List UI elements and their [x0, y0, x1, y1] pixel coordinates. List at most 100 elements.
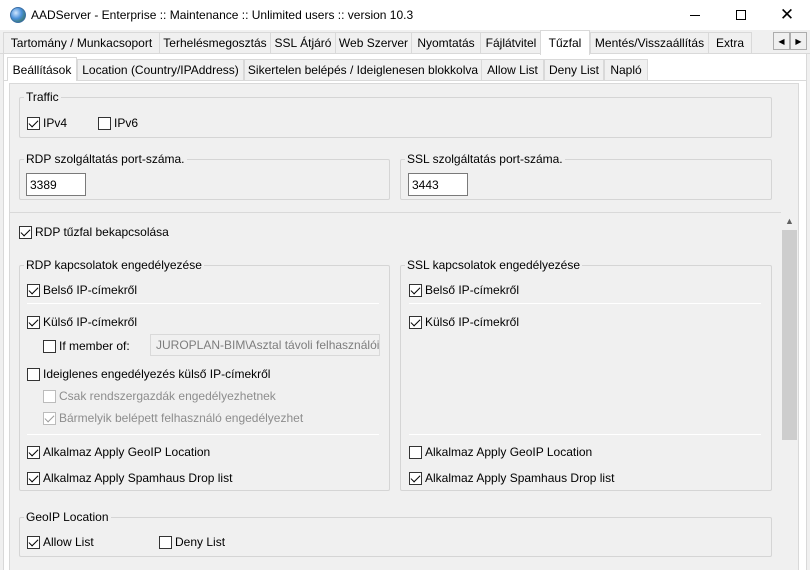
subtab-log[interactable]: Napló	[604, 59, 648, 80]
ssl-geoip-check-box[interactable]	[409, 445, 422, 459]
ipv4-checkbox[interactable]: IPv4	[27, 116, 67, 130]
tab-ssl-gateway[interactable]: SSL Átjáró	[270, 32, 336, 53]
any-user-checkbox: Bármelyik belépett felhasználó engedélye…	[43, 411, 303, 425]
rdp-geoip-label: Alkalmaz Apply GeoIP Location	[43, 445, 211, 459]
vertical-scrollbar[interactable]: ▲	[781, 212, 798, 570]
close-icon: ✕	[779, 4, 795, 25]
rdp-port-input[interactable]	[26, 173, 86, 196]
tab-file-transfer[interactable]: Fájlátvitel	[480, 32, 542, 53]
app-globe-icon	[10, 7, 26, 23]
any-user-label: Bármelyik belépett felhasználó engedélye…	[59, 411, 304, 425]
geoip-allow-check-box[interactable]	[27, 535, 40, 549]
arrow-left-icon: ◀	[778, 36, 785, 46]
rdp-firewall-label: RDP tűzfal bekapcsolása	[35, 225, 169, 239]
rdp-spamhaus-check-box[interactable]	[27, 471, 40, 485]
traffic-group-title: Traffic	[24, 90, 61, 104]
rdp-external-checkbox[interactable]: Külső IP-címekről	[27, 315, 137, 329]
rdp-geoip-check-box[interactable]	[27, 445, 40, 459]
temporary-allow-label: Ideiglenes engedélyezés külső IP-címekrő…	[43, 367, 271, 381]
ssl-separator-1	[409, 303, 761, 304]
geoip-allow-label: Allow List	[43, 535, 94, 549]
maximize-icon	[736, 10, 746, 20]
tab-web-server[interactable]: Web Szerver	[335, 32, 412, 53]
tab-printing[interactable]: Nyomtatás	[411, 32, 481, 53]
admins-only-checkbox: Csak rendszergazdák engedélyezhetnek	[43, 389, 276, 403]
ssl-internal-check-box[interactable]	[409, 283, 422, 297]
ssl-separator-2	[409, 434, 761, 435]
rdp-internal-checkbox[interactable]: Belső IP-címekről	[27, 283, 137, 297]
rdp-geoip-checkbox[interactable]: Alkalmaz Apply GeoIP Location	[27, 445, 210, 459]
ssl-port-title: SSL szolgáltatás port-száma.	[405, 152, 565, 166]
rdp-firewall-check-box[interactable]	[19, 225, 32, 239]
minimize-icon	[690, 14, 700, 16]
rdp-spamhaus-label: Alkalmaz Apply Spamhaus Drop list	[43, 471, 233, 485]
subtab-settings[interactable]: Beállítások	[7, 57, 77, 81]
geoip-deny-checkbox[interactable]: Deny List	[159, 535, 225, 549]
if-member-check-box[interactable]	[43, 339, 56, 353]
subtab-location[interactable]: Location (Country/IPAddress)	[77, 59, 244, 80]
chevron-up-icon: ▲	[785, 215, 794, 226]
temporary-allow-checkbox[interactable]: Ideiglenes engedélyezés külső IP-címekrő…	[27, 367, 270, 381]
ssl-spamhaus-checkbox[interactable]: Alkalmaz Apply Spamhaus Drop list	[409, 471, 614, 485]
minimize-button[interactable]	[672, 0, 718, 30]
ssl-internal-checkbox[interactable]: Belső IP-címekről	[409, 283, 519, 297]
sub-tab-divider	[3, 80, 807, 81]
tab-domain-workgroup[interactable]: Tartomány / Munkacsoport	[3, 32, 160, 53]
admins-only-label: Csak rendszergazdák engedélyezhetnek	[59, 389, 276, 403]
subtab-allow-list[interactable]: Allow List	[481, 59, 544, 80]
ipv6-label: IPv6	[114, 116, 139, 130]
any-user-check-box	[43, 411, 56, 425]
rdp-spamhaus-checkbox[interactable]: Alkalmaz Apply Spamhaus Drop list	[27, 471, 232, 485]
ssl-port-input[interactable]	[408, 173, 468, 196]
rdp-internal-check-box[interactable]	[27, 283, 40, 297]
geoip-allow-checkbox[interactable]: Allow List	[27, 535, 94, 549]
rdp-internal-label: Belső IP-címekről	[43, 283, 138, 297]
sub-tab-strip: Beállítások Location (Country/IPAddress)…	[0, 57, 810, 81]
ssl-internal-label: Belső IP-címekről	[425, 283, 520, 297]
ssl-spamhaus-label: Alkalmaz Apply Spamhaus Drop list	[425, 471, 615, 485]
subtab-failed-logins[interactable]: Sikertelen belépés / Ideiglenesen blokko…	[244, 59, 482, 80]
ipv6-checkbox[interactable]: IPv6	[98, 116, 138, 130]
if-member-checkbox[interactable]: If member of:	[43, 339, 130, 353]
close-button[interactable]: ✕	[764, 0, 810, 30]
ipv4-label: IPv4	[43, 116, 68, 130]
tab-scroll-right-button[interactable]: ▶	[790, 32, 807, 50]
ssl-external-checkbox[interactable]: Külső IP-címekről	[409, 315, 519, 329]
member-group-field: JUROPLAN-BIM\Asztal távoli felhasználói	[150, 334, 380, 356]
ssl-geoip-label: Alkalmaz Apply GeoIP Location	[425, 445, 593, 459]
tab-scroll-left-button[interactable]: ◀	[773, 32, 790, 50]
ipv4-check-box[interactable]	[27, 116, 40, 130]
ssl-spamhaus-check-box[interactable]	[409, 471, 422, 485]
tab-firewall[interactable]: Tűzfal	[540, 30, 590, 55]
geoip-location-group	[19, 517, 772, 557]
rdp-firewall-enable-checkbox[interactable]: RDP tűzfal bekapcsolása	[19, 225, 169, 239]
ipv6-check-box[interactable]	[98, 116, 111, 130]
subtab-deny-list[interactable]: Deny List	[544, 59, 604, 80]
ssl-group-title: SSL kapcsolatok engedélyezése	[405, 258, 583, 272]
title-bar: AADServer - Enterprise :: Maintenance ::…	[0, 0, 810, 30]
geoip-deny-label: Deny List	[175, 535, 226, 549]
rdp-port-title: RDP szolgáltatás port-száma.	[24, 152, 187, 166]
arrow-right-icon: ▶	[795, 36, 802, 46]
maximize-button[interactable]	[718, 0, 764, 30]
rdp-group-title: RDP kapcsolatok engedélyezése	[24, 258, 204, 272]
rdp-separator-2	[27, 434, 379, 435]
geoip-deny-check-box[interactable]	[159, 535, 172, 549]
scroll-up-button[interactable]: ▲	[781, 212, 798, 229]
ssl-geoip-checkbox[interactable]: Alkalmaz Apply GeoIP Location	[409, 445, 592, 459]
if-member-label: If member of:	[59, 339, 130, 353]
rdp-separator-1	[27, 303, 379, 304]
geoip-group-title: GeoIP Location	[24, 510, 111, 524]
ssl-external-label: Külső IP-címekről	[425, 315, 520, 329]
tab-backup-restore[interactable]: Mentés/Visszaállítás	[590, 32, 709, 53]
ssl-external-check-box[interactable]	[409, 315, 422, 329]
main-tab-strip: Tartomány / Munkacsoport Terhelésmegoszt…	[0, 30, 810, 55]
temporary-allow-check-box[interactable]	[27, 367, 40, 381]
tab-load-balancing[interactable]: Terhelésmegosztás	[159, 32, 271, 53]
rdp-external-check-box[interactable]	[27, 315, 40, 329]
window-title: AADServer - Enterprise :: Maintenance ::…	[31, 8, 414, 22]
scroll-thumb[interactable]	[782, 230, 797, 440]
rdp-external-label: Külső IP-címekről	[43, 315, 138, 329]
tab-extra[interactable]: Extra	[708, 32, 752, 53]
admins-only-check-box	[43, 389, 56, 403]
